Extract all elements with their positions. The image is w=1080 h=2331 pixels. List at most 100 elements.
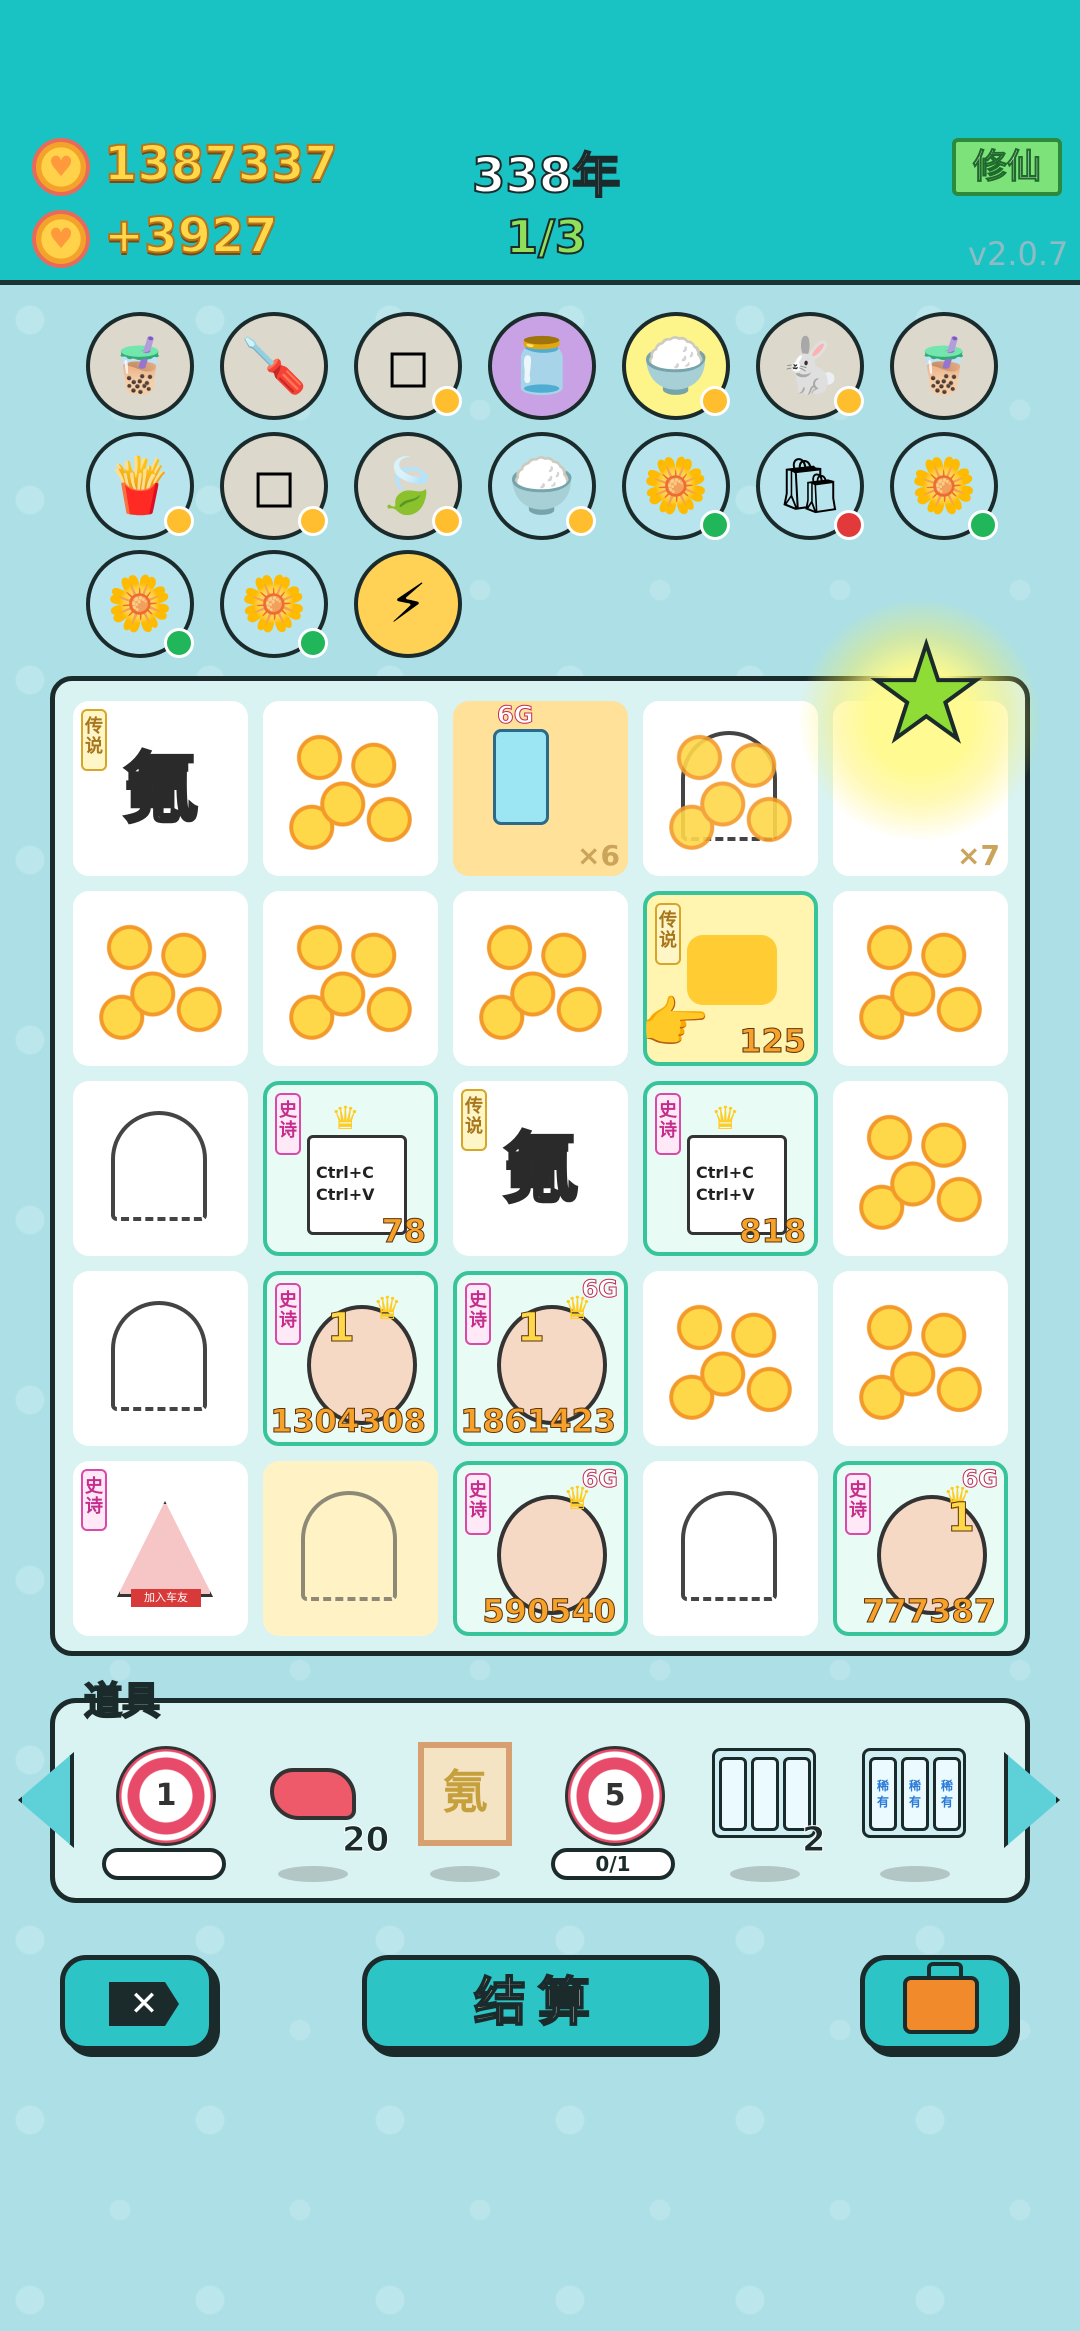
item-flower-pot[interactable]: 🌼 [86,550,194,658]
grid-cell[interactable]: 史诗 6G ♛ 1 1861423 [453,1271,628,1446]
target-tool[interactable]: 1 [116,1746,216,1846]
grid-cell[interactable]: 史诗 6G ♛ 590540 [453,1461,628,1636]
grid-cell[interactable] [833,1081,1008,1256]
slots-tool[interactable] [712,1748,816,1838]
liver-tool[interactable] [270,1768,356,1820]
grid-cell[interactable] [73,1081,248,1256]
coins-icon [273,901,428,1056]
coins-icon [843,1091,998,1246]
settle-button[interactable]: 结算 [362,1955,714,2051]
item-flower-pot[interactable]: 🌼 [890,432,998,540]
grid-cell[interactable]: 史诗 ♛ Ctrl+C Ctrl+V 78 [263,1081,438,1256]
milk-tea-icon: 🧋 [910,334,978,397]
fries-icon: 🍟 [106,454,174,517]
coin-total: 1387337 [103,135,339,193]
grid-cell[interactable] [453,891,628,1066]
grid-cell[interactable] [643,701,818,876]
flower-pot-icon: 🌼 [910,454,978,517]
grid-cell[interactable]: 史诗 6G ♛ 1 777387 [833,1461,1008,1636]
grid-cell[interactable] [263,1461,438,1636]
kr-symbol: 氪 [501,1123,580,1215]
epic-tag: 史诗 [465,1283,491,1345]
sugar-cubes-icon: ◻ [385,334,431,397]
briefcase-icon [903,1962,979,2034]
item-jar[interactable]: 🫙 [488,312,596,420]
tool-shadow [430,1866,500,1882]
legend-tag: 传说 [655,903,681,965]
cell-count: 777387 [862,1592,997,1631]
grid-cell[interactable]: 史诗 ♛ Ctrl+C Ctrl+V 818 [643,1081,818,1256]
slot [751,1757,779,1831]
grid-cell[interactable] [833,891,1008,1066]
tool-shadow [880,1866,950,1882]
close-button[interactable]: ✕ [60,1955,214,2051]
grid-cell[interactable]: 6G ×6 [453,701,628,876]
grid-cell[interactable]: 传说 氪 [453,1081,628,1256]
flower-pot-icon: 🌼 [106,572,174,635]
item-milk-tea[interactable]: 🧋 [86,312,194,420]
epic-tag: 史诗 [275,1283,301,1345]
grid-cell[interactable]: 史诗 ♛ 1 1304308 [263,1271,438,1446]
item-screwdriver[interactable]: 🪛 [220,312,328,420]
item-rice-bowl[interactable]: 🍚 [622,312,730,420]
rare-slot: 稀有 [901,1757,929,1831]
item-milk-tea[interactable]: 🧋 [890,312,998,420]
upgrade-badge [432,506,462,536]
grid-cell[interactable] [643,1271,818,1446]
version-label: v2.0.7 [968,235,1069,273]
upgrade-badge [432,386,462,416]
upgrade-badge [298,506,328,536]
grid-cell[interactable] [73,891,248,1066]
ghost-icon [111,1301,207,1411]
grid-cell[interactable] [643,1461,818,1636]
screwdriver-icon: 🪛 [240,334,308,397]
grid-cell[interactable] [833,1271,1008,1446]
jar-icon: 🫙 [508,334,576,397]
epic-tag: 史诗 [655,1093,681,1155]
flower-pot-icon: 🌼 [642,454,710,517]
cell-count: 78 [381,1212,427,1251]
item-fries[interactable]: 🍟 [86,432,194,540]
lightning-icon: ⚡ [389,572,427,635]
slots-count: 2 [802,1820,827,1861]
cell-count: 590540 [482,1592,617,1631]
cultivate-button[interactable]: 修仙 [952,138,1062,196]
item-trash-bag[interactable]: 🛍 [756,432,864,540]
rare-slots-tool[interactable]: 稀有 稀有 稀有 [862,1748,966,1838]
target-tool-progress [102,1848,226,1880]
grid-cell[interactable] [73,1271,248,1446]
pointing-hand-icon: 👉 [640,991,710,1056]
grid-cell[interactable] [263,701,438,876]
year-counter: 338年 [471,147,621,205]
target-tool-5[interactable]: 5 [565,1746,665,1846]
coins-icon [273,711,428,866]
ghost-icon [301,1491,397,1601]
item-flower-pot[interactable]: 🌼 [622,432,730,540]
crown-icon: ♛ [711,1099,740,1137]
item-leaf[interactable]: 🍃 [354,432,462,540]
rare-slot: 稀有 [933,1757,961,1831]
epic-tag: 史诗 [81,1469,107,1531]
briefcase-button[interactable] [860,1955,1014,2051]
level-number: 1 [327,1305,356,1352]
kr-frame-tool[interactable]: 氪 [418,1742,512,1846]
item-sugar-cubes[interactable]: ◻ [354,312,462,420]
multiplier: ×7 [957,839,1000,872]
crown-icon: ♛ [373,1289,402,1327]
item-lightning[interactable]: ⚡ [354,550,462,658]
coin-icon [32,138,90,196]
crown-icon: ♛ [563,1289,592,1327]
active-badge [298,628,328,658]
sugar-cubes-icon: ◻ [251,454,297,517]
grid-cell[interactable]: 史诗 加入车友 [73,1461,248,1636]
item-rabbit[interactable]: 🐇 [756,312,864,420]
star-icon[interactable]: ★ [866,626,987,760]
milk-tea-icon: 🧋 [106,334,174,397]
grid-cell[interactable]: 传说 氪 [73,701,248,876]
grid-cell[interactable] [263,891,438,1066]
item-rice-bowl[interactable]: 🍚 [488,432,596,540]
crown-icon: ♛ [563,1479,592,1517]
item-flower-pot[interactable]: 🌼 [220,550,328,658]
tool-shadow [278,1866,348,1882]
item-sugar-cubes[interactable]: ◻ [220,432,328,540]
